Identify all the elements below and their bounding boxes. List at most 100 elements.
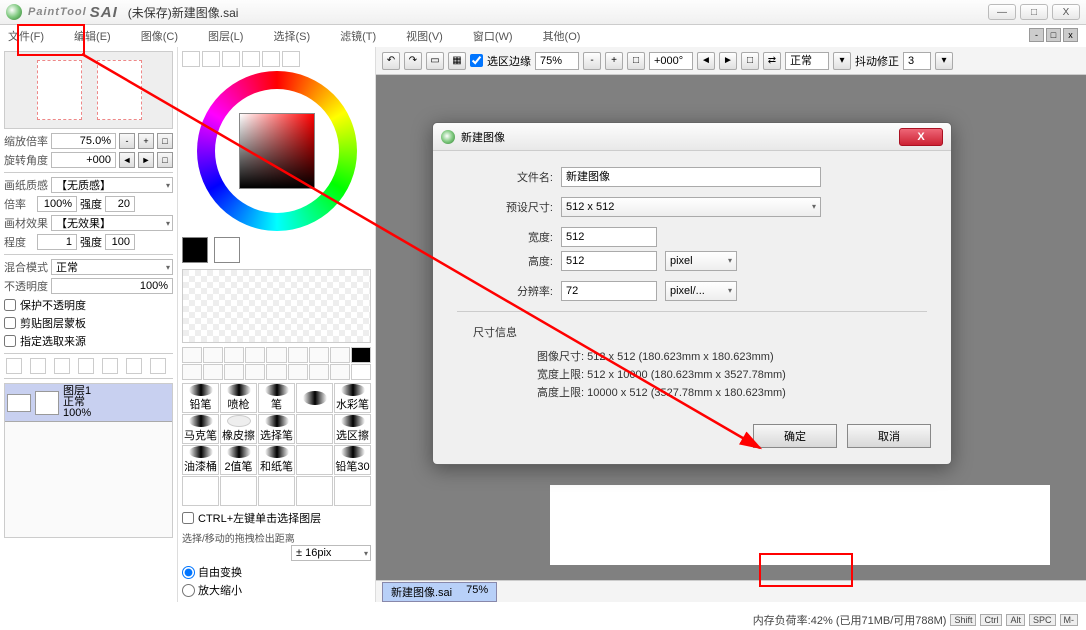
zoom-value[interactable]: 75.0% [51,133,116,149]
brush-eraser[interactable]: 橡皮擦 [220,414,257,444]
filename-input[interactable]: 新建图像 [561,167,821,187]
angle-ccw-icon[interactable]: ◄ [697,52,715,70]
mdi-close-button[interactable]: x [1063,28,1078,42]
zoom-in-button[interactable]: + [138,133,154,149]
new-linework-icon[interactable] [30,358,46,374]
clear-layer-icon[interactable] [126,358,142,374]
scratchpad-icon[interactable] [282,51,300,67]
zoom-reset-button[interactable]: □ [157,133,173,149]
bg-color-swatch[interactable] [214,237,240,263]
color-wheel[interactable] [197,71,357,231]
strength-value[interactable]: 20 [105,196,135,212]
toolbar-angle-field[interactable]: +000° [649,52,693,70]
lasso-tool-icon[interactable] [203,347,223,363]
menu-image[interactable]: 图像(C) [137,26,182,46]
layer-visibility-icon[interactable] [7,394,31,412]
transfer-layer-icon[interactable] [78,358,94,374]
blend-mode-dropdown[interactable]: 正常 [51,259,173,275]
deselect-button[interactable]: ▭ [426,52,444,70]
tool-slot-icon[interactable] [330,347,350,363]
brush-selpen[interactable]: 选择笔 [258,414,295,444]
color-wheel-icon[interactable] [182,51,200,67]
zoom-fit-icon[interactable]: □ [627,52,645,70]
new-folder-icon[interactable] [54,358,70,374]
swatches-icon[interactable] [262,51,280,67]
cancel-button[interactable]: 取消 [847,424,931,448]
sel-edge-checkbox[interactable] [470,54,483,67]
angle-reset-icon[interactable]: □ [741,52,759,70]
color-tool-icon[interactable] [351,347,371,363]
toolbar-mode-field[interactable]: 正常 [785,52,829,70]
resolution-unit-dropdown[interactable]: pixel/... [665,281,737,301]
dialog-titlebar[interactable]: 新建图像 X [433,123,951,151]
material-dropdown[interactable]: 【无效果】 [51,215,173,231]
wand-tool-icon[interactable] [224,347,244,363]
window-maximize-button[interactable]: □ [1020,4,1048,20]
width-input[interactable]: 512 [561,227,657,247]
ok-button[interactable]: 确定 [753,424,837,448]
opacity-value[interactable]: 100% [51,278,173,294]
document-tab[interactable]: 新建图像.sai 75% [382,582,497,602]
tool-slot2-icon[interactable] [288,364,308,380]
picker-tool-icon[interactable] [266,364,286,380]
strength2-value[interactable]: 100 [105,234,135,250]
eraser-tool-icon[interactable] [245,347,265,363]
brush-slot[interactable] [334,476,371,506]
brush-watercolor[interactable]: 水彩笔 [334,383,371,413]
rotate-ccw-button[interactable]: ◄ [119,152,135,168]
rgb-slider-icon[interactable] [202,51,220,67]
brush-pencil30[interactable]: 铅笔30 [334,445,371,475]
stabilizer-field[interactable]: 3 [903,52,931,70]
brush-empty2[interactable] [296,414,333,444]
rotate-cw-button[interactable]: ► [138,152,154,168]
menu-select[interactable]: 选择(S) [269,26,314,46]
gray-slider-icon[interactable] [242,51,260,67]
free-transform-radio[interactable] [182,566,195,579]
menu-other[interactable]: 其他(O) [539,26,585,46]
hand-tool-icon[interactable] [245,364,265,380]
brush-airbrush[interactable]: 喷枪 [220,383,257,413]
merge-layer-icon[interactable] [102,358,118,374]
brush-pencil[interactable]: 铅笔 [182,383,219,413]
redo-button[interactable]: ↷ [404,52,422,70]
ctrl-click-checkbox[interactable] [182,512,194,524]
menu-file[interactable]: 文件(F) [4,26,48,46]
tool-slot4-icon[interactable] [330,364,350,380]
menu-window[interactable]: 窗口(W) [469,26,517,46]
toolbar-zoom-field[interactable]: 75% [535,52,579,70]
height-input[interactable]: 512 [561,251,657,271]
paper-feel-dropdown[interactable]: 【无质感】 [51,177,173,193]
brush-bucket[interactable]: 油漆桶 [182,445,219,475]
brush-empty[interactable] [296,383,333,413]
move-tool-icon[interactable] [182,364,202,380]
menu-view[interactable]: 视图(V) [402,26,447,46]
scale-radio[interactable] [182,584,195,597]
brush-slot[interactable] [220,476,257,506]
brush-washi[interactable]: 和纸笔 [258,445,295,475]
brush-empty3[interactable] [296,445,333,475]
zoom-in-icon[interactable]: + [605,52,623,70]
brush-binary[interactable]: 2值笔 [220,445,257,475]
clip-mask-checkbox[interactable] [4,317,16,329]
brush-slot[interactable] [182,476,219,506]
menu-layer[interactable]: 图层(L) [204,26,247,46]
zoom-tool-icon[interactable] [203,364,223,380]
curve-tool-icon[interactable] [288,347,308,363]
select-source-checkbox[interactable] [4,335,16,347]
wh-unit-dropdown[interactable]: pixel [665,251,737,271]
sv-picker[interactable] [239,113,315,189]
drag-detect-dropdown[interactable]: ± 16pix [291,545,371,561]
new-layer-icon[interactable] [6,358,22,374]
flip-icon[interactable]: ⇄ [763,52,781,70]
zoom-out-icon[interactable]: - [583,52,601,70]
text-tool-icon[interactable] [309,347,329,363]
stabilizer-dropdown-icon[interactable]: ▾ [935,52,953,70]
mode-cycle-icon[interactable]: ▾ [833,52,851,70]
brush-slot[interactable] [296,476,333,506]
brush-marker[interactable]: 马克笔 [182,414,219,444]
window-minimize-button[interactable]: — [988,4,1016,20]
mdi-maximize-button[interactable]: □ [1046,28,1061,42]
preset-dropdown[interactable]: 512 x 512 [561,197,821,217]
bg-tool-icon[interactable] [351,364,371,380]
navigator-thumbnail[interactable] [4,51,173,129]
